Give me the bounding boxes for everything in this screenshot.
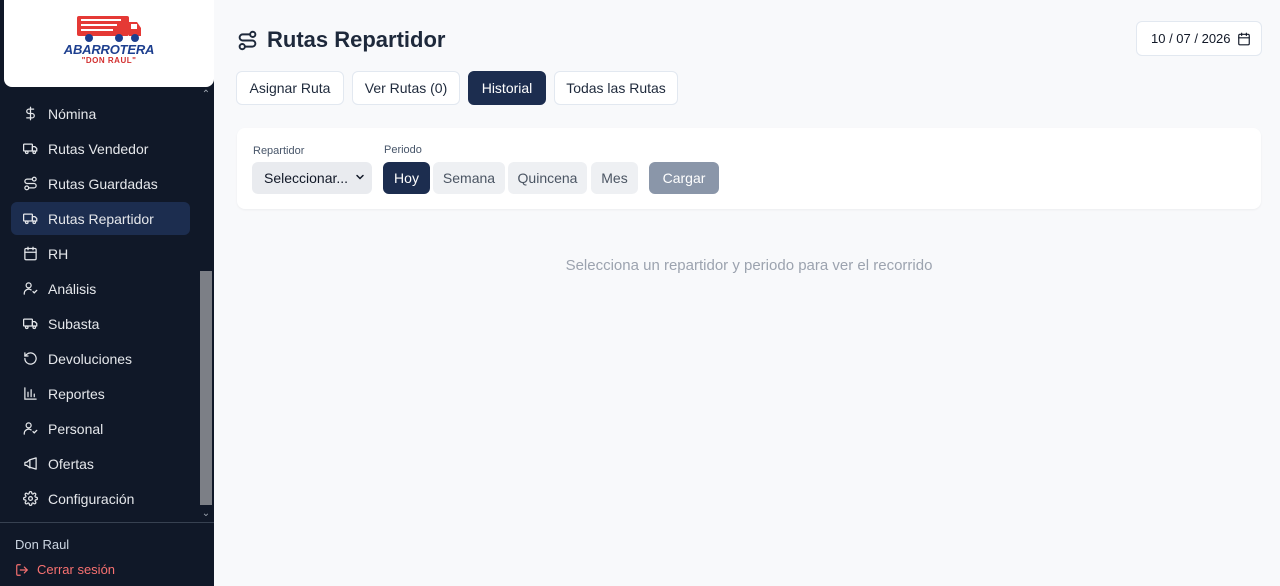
- period-mes-button[interactable]: Mes: [591, 162, 638, 194]
- user-check-icon: [23, 421, 38, 436]
- sidebar-item-label: Devoluciones: [48, 350, 133, 367]
- logout-icon: [16, 563, 28, 576]
- date-picker[interactable]: 10 / 07 / 2026: [1136, 21, 1262, 56]
- bar-chart-icon: [23, 386, 38, 401]
- periodo-label: Periodo: [384, 144, 422, 156]
- truck-icon: [23, 211, 38, 226]
- tab-todas-las-rutas[interactable]: Todas las Rutas: [554, 71, 678, 105]
- brand-subtitle: "DON RAUL": [81, 56, 137, 65]
- sidebar-item-label: Rutas Repartidor: [48, 210, 154, 227]
- repartidor-label: Repartidor: [253, 145, 305, 157]
- sidebar-scrollbar[interactable]: ⌃ ⌄: [198, 87, 214, 522]
- logout-label: Cerrar sesión: [37, 562, 116, 577]
- page-header: Rutas Repartidor: [237, 27, 445, 53]
- truck-icon: [23, 316, 38, 331]
- sidebar-item-rutas-guardadas[interactable]: Rutas Guardadas: [11, 167, 190, 200]
- tab-historial[interactable]: Historial: [468, 71, 546, 105]
- calendar-icon: [23, 246, 38, 261]
- period-quincena-button[interactable]: Quincena: [508, 162, 587, 194]
- truck-icon: [23, 141, 38, 156]
- dollar-icon: [23, 106, 38, 121]
- sidebar-item-label: Reportes: [48, 385, 105, 402]
- sidebar-item-personal[interactable]: Personal: [11, 412, 190, 445]
- gear-icon: [23, 491, 38, 506]
- page-title: Rutas Repartidor: [267, 27, 446, 52]
- tab-asignar-ruta[interactable]: Asignar Ruta: [236, 71, 344, 105]
- logout-button[interactable]: Cerrar sesión: [15, 562, 115, 577]
- sidebar-item-rh[interactable]: RH: [11, 237, 190, 270]
- brand-logo[interactable]: ABARROTERA "DON RAUL": [4, 0, 214, 87]
- period-hoy-button[interactable]: Hoy: [383, 162, 430, 194]
- empty-state-message: Selecciona un repartidor y periodo para …: [565, 257, 933, 274]
- sidebar-item-reportes[interactable]: Reportes: [11, 377, 190, 410]
- brand-name: ABARROTERA: [63, 42, 155, 57]
- sidebar-item-label: Análisis: [48, 280, 97, 297]
- sidebar-item-nomina[interactable]: Nómina: [11, 97, 190, 130]
- sidebar-footer: Don Raul Cerrar sesión: [0, 522, 214, 586]
- sidebar-item-configuracion[interactable]: Configuración: [11, 482, 190, 515]
- scrollbar-thumb[interactable]: [200, 271, 212, 505]
- sidebar-item-label: Rutas Guardadas: [48, 175, 158, 192]
- repartidor-select-value: Seleccionar...: [264, 170, 349, 186]
- truck-logo-icon: [77, 16, 141, 42]
- sidebar-item-label: Personal: [48, 420, 104, 437]
- date-value: 10 / 07 / 2026: [1151, 31, 1231, 46]
- sidebar-item-ofertas[interactable]: Ofertas: [11, 447, 190, 480]
- user-check-icon: [23, 281, 38, 296]
- scroll-down-icon[interactable]: ⌄: [198, 506, 214, 522]
- tab-ver-rutas[interactable]: Ver Rutas (0): [352, 71, 460, 105]
- repartidor-select[interactable]: Seleccionar...: [252, 162, 372, 194]
- route-icon: [23, 176, 38, 191]
- sidebar-item-label: Ofertas: [48, 455, 94, 472]
- scroll-up-icon[interactable]: ⌃: [198, 87, 214, 103]
- period-semana-button[interactable]: Semana: [433, 162, 505, 194]
- sidebar-item-label: Subasta: [48, 315, 100, 332]
- sidebar-item-subasta[interactable]: Subasta: [11, 307, 190, 340]
- sidebar-item-rutas-vendedor[interactable]: Rutas Vendedor: [11, 132, 190, 165]
- sidebar-item-label: Rutas Vendedor: [48, 140, 149, 157]
- sidebar-item-label: RH: [48, 245, 69, 262]
- sidebar: ABARROTERA "DON RAUL" Nómina Rutas Vende…: [0, 0, 214, 586]
- chevron-down-icon: [356, 174, 364, 180]
- megaphone-icon: [23, 456, 38, 471]
- route-icon: [238, 30, 257, 50]
- rotate-ccw-icon: [23, 351, 38, 366]
- sidebar-item-analisis[interactable]: Análisis: [11, 272, 190, 305]
- sidebar-item-devoluciones[interactable]: Devoluciones: [11, 342, 190, 375]
- sidebar-item-rutas-repartidor[interactable]: Rutas Repartidor: [11, 202, 190, 235]
- filter-card: Repartidor Seleccionar... Periodo Hoy Se…: [237, 128, 1261, 209]
- user-name: Don Raul: [15, 537, 70, 552]
- sidebar-item-label: Configuración: [48, 490, 135, 507]
- calendar-icon[interactable]: [1237, 32, 1251, 46]
- cargar-button[interactable]: Cargar: [649, 162, 719, 194]
- sidebar-item-label: Nómina: [48, 105, 97, 122]
